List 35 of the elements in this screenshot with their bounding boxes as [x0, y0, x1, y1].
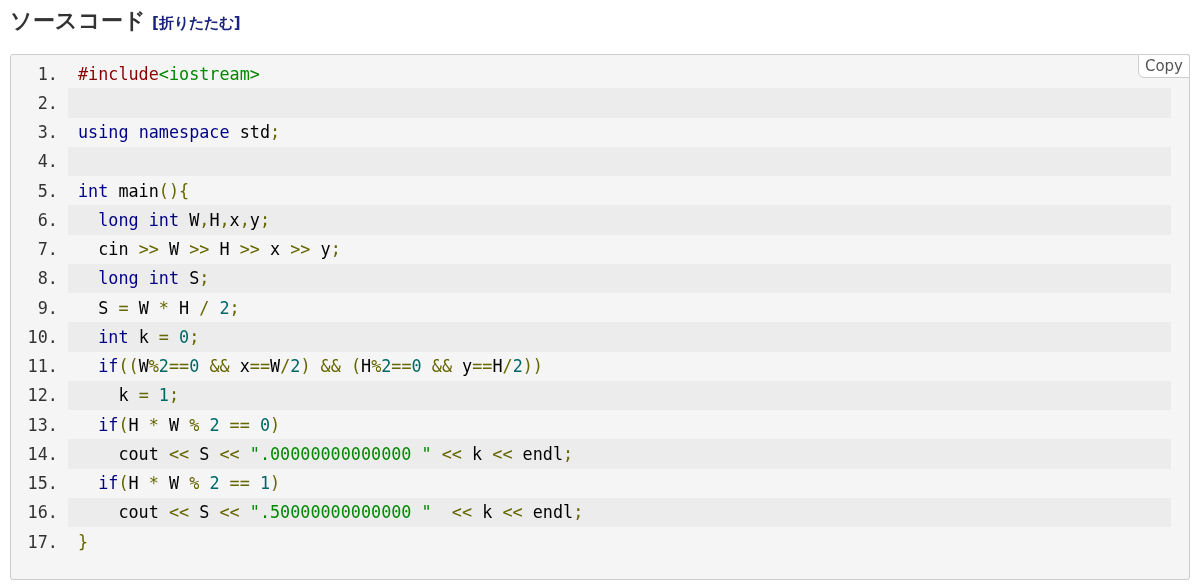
- line-number: 12.: [26, 385, 59, 406]
- line-number: 14.: [26, 443, 59, 464]
- line-number: 2.: [36, 92, 59, 113]
- code-line: cout << S << ".00000000000000 " << k << endl;: [117, 443, 574, 464]
- code-line: long int S;: [97, 268, 210, 289]
- line-number: 7.: [36, 239, 59, 260]
- line-number: 11.: [26, 356, 59, 377]
- code-line: }: [78, 531, 89, 552]
- line-number: 15.: [26, 473, 59, 494]
- line-number: 17.: [26, 531, 59, 552]
- code-line: if((W%2==0 && x==W/2) && (H%2==0 && y==H/2)): [97, 356, 543, 377]
- code-line: using namespace std;: [78, 122, 281, 143]
- code-line: cin >> W >> H >> x >> y;: [97, 239, 341, 260]
- section-title: ソースコード: [10, 7, 146, 35]
- code-line: if(H * W % 2 == 1): [97, 473, 281, 494]
- line-number: 16.: [26, 502, 59, 523]
- line-number: 3.: [36, 122, 59, 143]
- code-line: int main(){: [78, 180, 190, 201]
- code-line: if(H * W % 2 == 0): [97, 414, 281, 435]
- code-line: cout << S << ".50000000000000 " << k << endl;: [117, 502, 584, 523]
- line-number: 8.: [36, 268, 59, 289]
- copy-button[interactable]: Copy: [1137, 54, 1190, 78]
- line-number: 9.: [36, 297, 59, 318]
- line-number: 5.: [36, 180, 59, 201]
- code-line: #include<iostream>: [78, 63, 260, 84]
- code-line: long int W,H,x,y;: [97, 209, 271, 230]
- line-number: 13.: [26, 414, 59, 435]
- code-line: S = W * H / 2;: [97, 297, 240, 318]
- line-number: 4.: [36, 151, 59, 172]
- line-number: 6.: [36, 209, 59, 230]
- code-line: k = 1;: [117, 385, 180, 406]
- collapse-link[interactable]: [折りたたむ]: [152, 14, 241, 33]
- line-number: 1.: [36, 63, 59, 84]
- code-line: int k = 0;: [97, 326, 200, 347]
- line-number: 10.: [26, 326, 59, 347]
